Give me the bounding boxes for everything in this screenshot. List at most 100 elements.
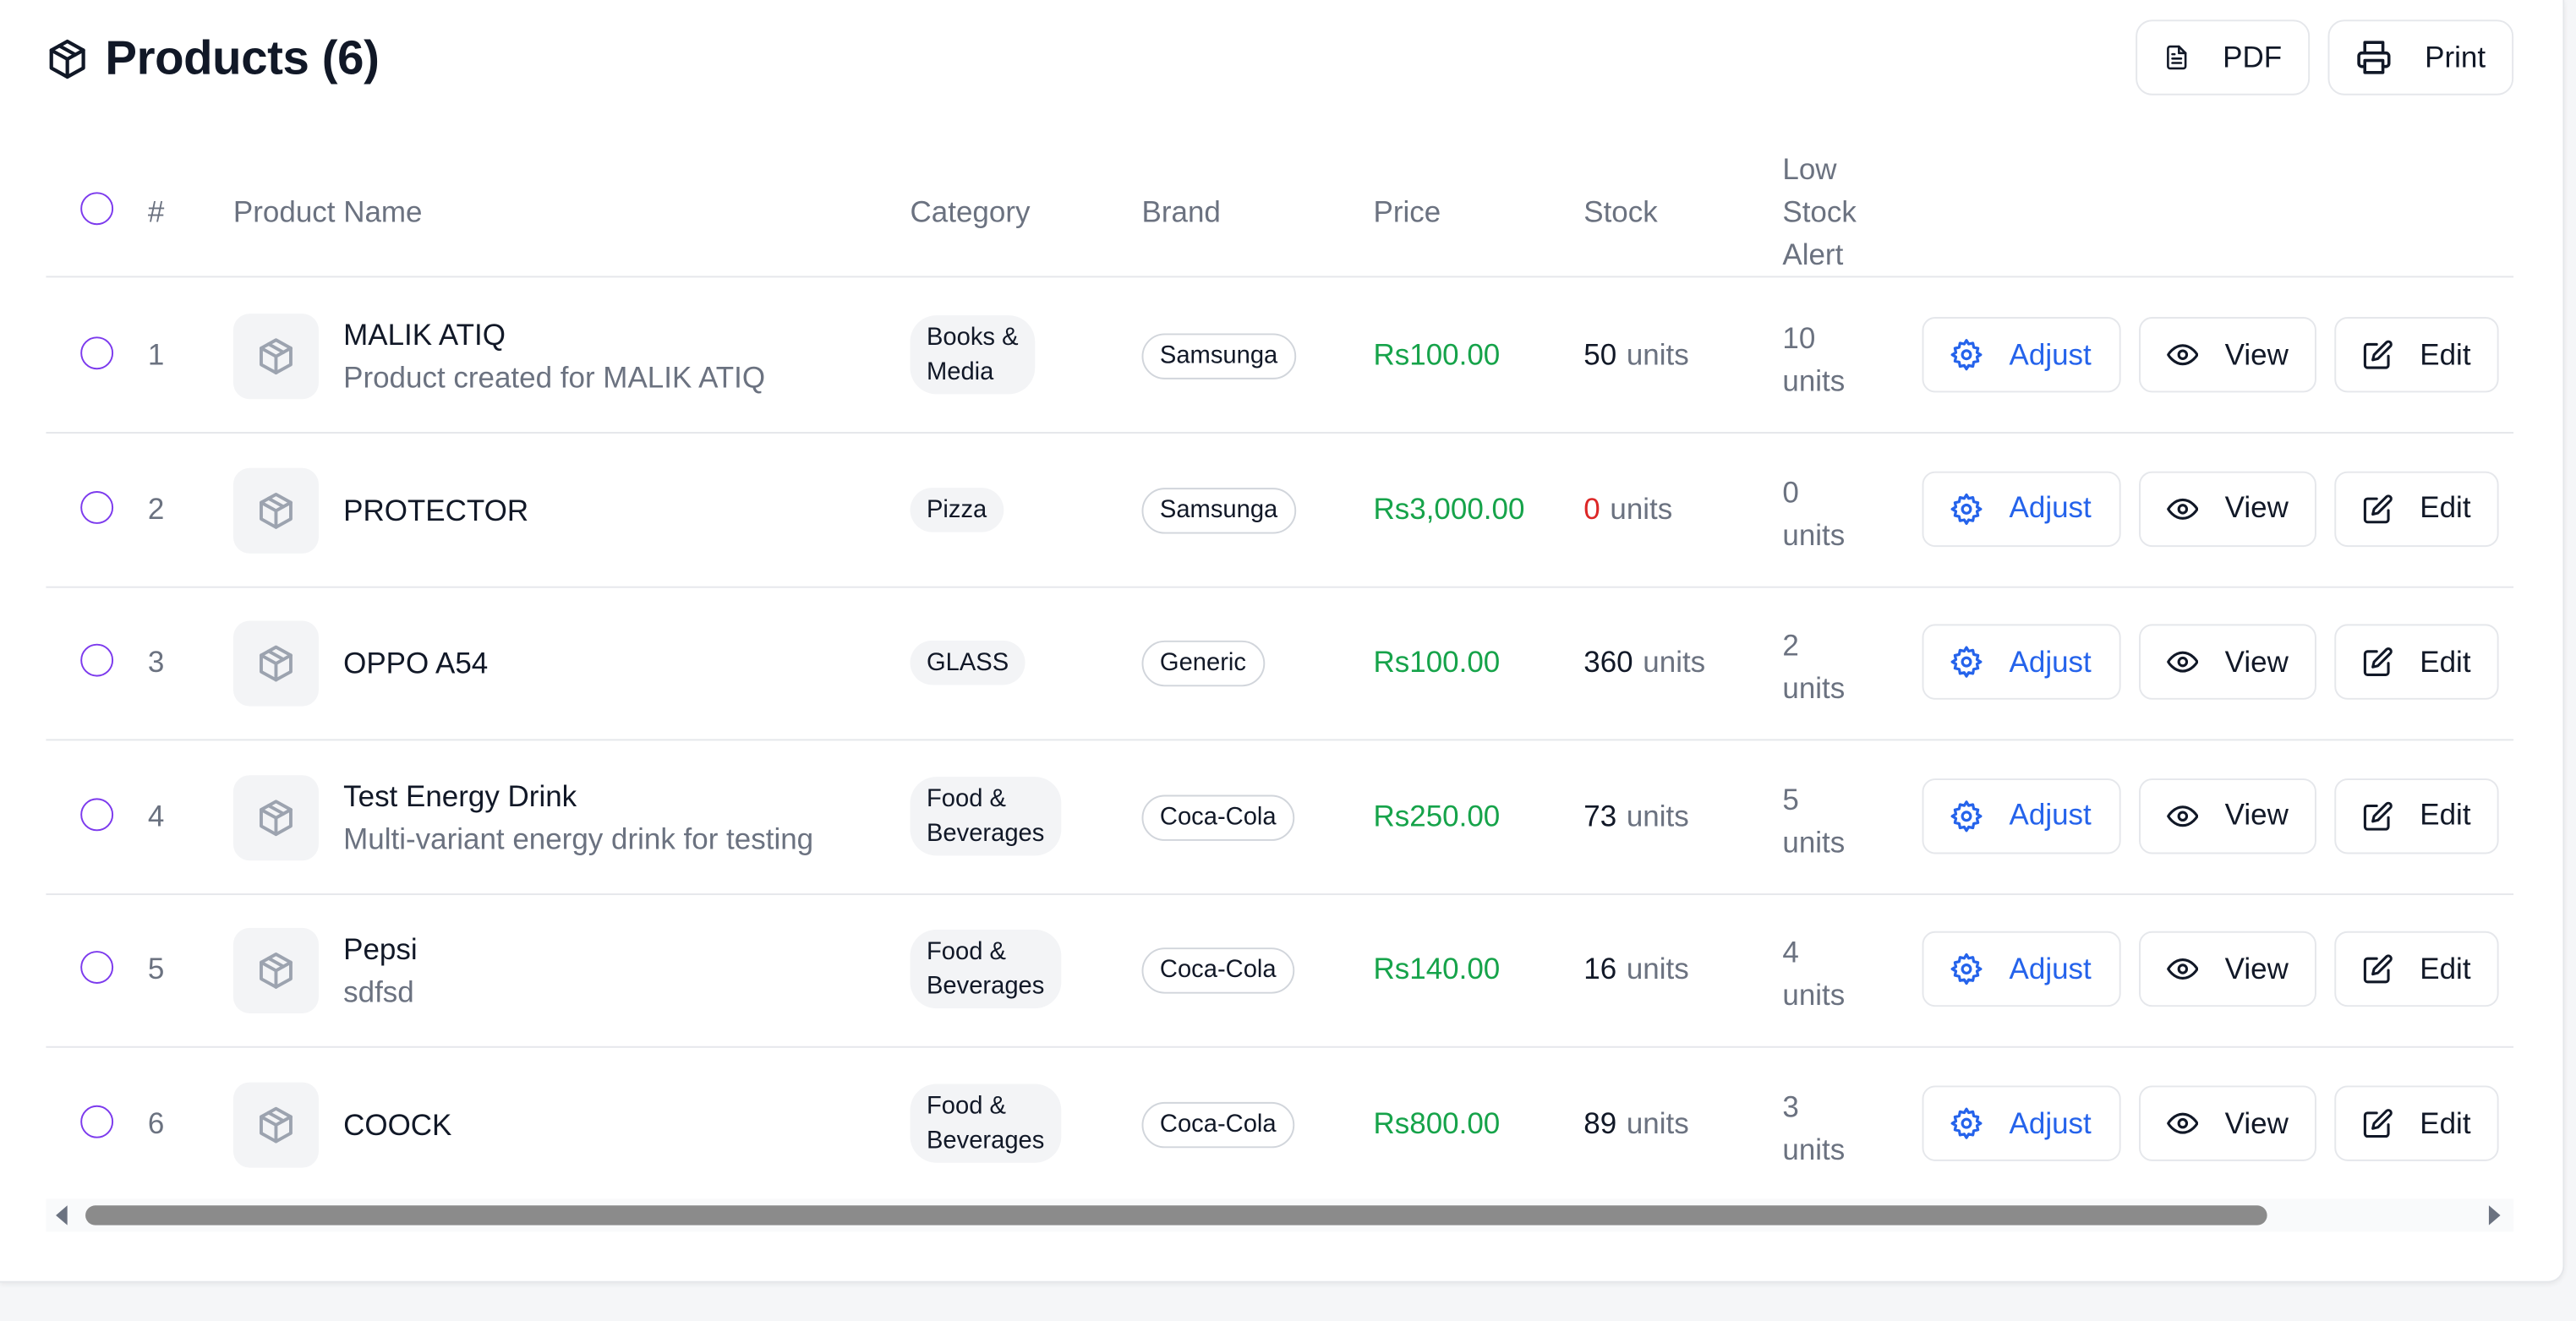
product-name-cell: MALIK ATIQ Product created for MALIK ATI… (343, 314, 765, 399)
adjust-button[interactable]: Adjust (1922, 470, 2121, 547)
category-badge: GLASS (910, 641, 1025, 685)
scrollbar-thumb[interactable] (85, 1205, 2267, 1225)
view-button[interactable]: View (2139, 470, 2316, 547)
edit-label: Edit (2420, 798, 2471, 832)
edit-label: Edit (2420, 337, 2471, 371)
row-select-radio[interactable] (80, 951, 114, 985)
edit-button[interactable]: Edit (2334, 317, 2499, 393)
view-button[interactable]: View (2139, 624, 2316, 701)
table-row: 1 MALIK ATIQ Product created for MALIK A… (46, 279, 2514, 434)
adjust-button[interactable]: Adjust (1922, 1085, 2121, 1161)
category-line: Food & (926, 784, 1006, 813)
low-stock-unit: units (1782, 1133, 1846, 1166)
view-label: View (2224, 491, 2289, 525)
low-stock-value: 10 (1782, 321, 1816, 355)
brand-badge: Coca-Cola (1141, 1101, 1294, 1149)
category-badge: Food & Beverages (910, 776, 1061, 856)
view-button[interactable]: View (2139, 317, 2316, 393)
low-stock-alert: 3 units (1782, 1085, 1881, 1171)
stock-unit: units (1626, 799, 1689, 832)
eye-icon (2167, 344, 2199, 366)
brand-cell: Samsunga (1141, 487, 1296, 533)
adjust-label: Adjust (2009, 1105, 2092, 1139)
category-badge: Food & Beverages (910, 1084, 1061, 1163)
category-cell: Food & Beverages (910, 1084, 1061, 1163)
stock-unit: units (1626, 338, 1689, 372)
gear-icon (1950, 492, 1983, 525)
category-cell: Books & Media (910, 315, 1035, 395)
price: Rs100.00 (1373, 646, 1501, 679)
view-label: View (2224, 798, 2289, 832)
edit-button[interactable]: Edit (2334, 931, 2499, 1007)
edit-label: Edit (2420, 1105, 2471, 1139)
view-label: View (2224, 645, 2289, 678)
horizontal-scrollbar[interactable] (46, 1198, 2514, 1232)
adjust-label: Adjust (2009, 798, 2092, 832)
scroll-left-arrow-icon[interactable] (56, 1205, 68, 1225)
row-select-radio[interactable] (80, 644, 114, 677)
print-button[interactable]: Print (2327, 19, 2514, 96)
edit-label: Edit (2420, 645, 2471, 678)
view-button[interactable]: View (2139, 778, 2316, 854)
edit-button[interactable]: Edit (2334, 778, 2499, 854)
edit-button[interactable]: Edit (2334, 1085, 2499, 1161)
row-index: 3 (147, 646, 165, 679)
category-cell: Food & Beverages (910, 930, 1061, 1009)
stock-cell: 360 units (1583, 646, 1705, 680)
package-icon (260, 646, 293, 682)
edit-label: Edit (2420, 952, 2471, 985)
eye-icon (2167, 651, 2199, 673)
price: Rs800.00 (1373, 1106, 1501, 1140)
header-divider (46, 276, 2514, 278)
print-label: Print (2425, 40, 2486, 74)
low-stock-alert: 0 units (1782, 471, 1881, 556)
product-name-cell: Test Energy Drink Multi-variant energy d… (343, 775, 813, 860)
category-cell: GLASS (910, 641, 1025, 685)
view-button[interactable]: View (2139, 931, 2316, 1007)
table-row: 5 Pepsi sdfsd Food & Beverages Coca-Cola … (46, 894, 2514, 1049)
column-header-price: Price (1373, 195, 1441, 229)
stock-cell: 50 units (1583, 338, 1688, 373)
table-row: 2 PROTECTOR Pizza Samsunga Rs3,000.00 0u… (46, 433, 2514, 587)
eye-icon (2167, 805, 2199, 827)
gear-icon (1950, 646, 1983, 679)
category-line: Beverages (926, 1127, 1045, 1155)
gear-icon (1950, 953, 1983, 985)
view-button[interactable]: View (2139, 1085, 2316, 1161)
row-index: 1 (147, 338, 165, 372)
stock-cell: 73 units (1583, 800, 1688, 834)
category-line: Beverages (926, 973, 1045, 1002)
pdf-label: PDF (2223, 40, 2283, 74)
category-line: Food & (926, 1092, 1006, 1121)
adjust-button[interactable]: Adjust (1922, 317, 2121, 393)
row-select-radio[interactable] (80, 336, 114, 370)
row-select-radio[interactable] (80, 490, 114, 524)
stock-unit: units (1610, 492, 1673, 526)
eye-icon (2167, 498, 2199, 520)
column-header-low-stock-alert: Low Stock Alert (1782, 152, 1857, 271)
product-name: OPPO A54 (343, 647, 489, 680)
product-name: PROTECTOR (343, 494, 529, 527)
adjust-button[interactable]: Adjust (1922, 624, 2121, 701)
select-all-radio[interactable] (80, 192, 114, 226)
pdf-button[interactable]: PDF (2136, 19, 2311, 96)
price: Rs3,000.00 (1373, 492, 1525, 526)
row-select-radio[interactable] (80, 798, 114, 831)
adjust-button[interactable]: Adjust (1922, 931, 2121, 1007)
category-badge: Food & Beverages (910, 930, 1061, 1009)
low-stock-unit: units (1782, 672, 1846, 705)
brand-cell: Coca-Cola (1141, 1101, 1294, 1149)
stock-unit: units (1626, 1106, 1689, 1140)
scroll-right-arrow-icon[interactable] (2488, 1205, 2501, 1225)
edit-button[interactable]: Edit (2334, 470, 2499, 547)
category-line: Pizza (926, 495, 987, 524)
table-row: 3 OPPO A54 GLASS Generic Rs100.00 360 uni… (46, 587, 2514, 741)
column-header-brand: Brand (1141, 195, 1221, 229)
brand-badge: Coca-Cola (1141, 947, 1294, 995)
category-line: Books & (926, 323, 1019, 352)
adjust-button[interactable]: Adjust (1922, 778, 2121, 854)
price: Rs140.00 (1373, 953, 1501, 986)
edit-button[interactable]: Edit (2334, 624, 2499, 701)
product-description: Multi-variant energy drink for testing (343, 822, 814, 856)
row-select-radio[interactable] (80, 1105, 114, 1138)
